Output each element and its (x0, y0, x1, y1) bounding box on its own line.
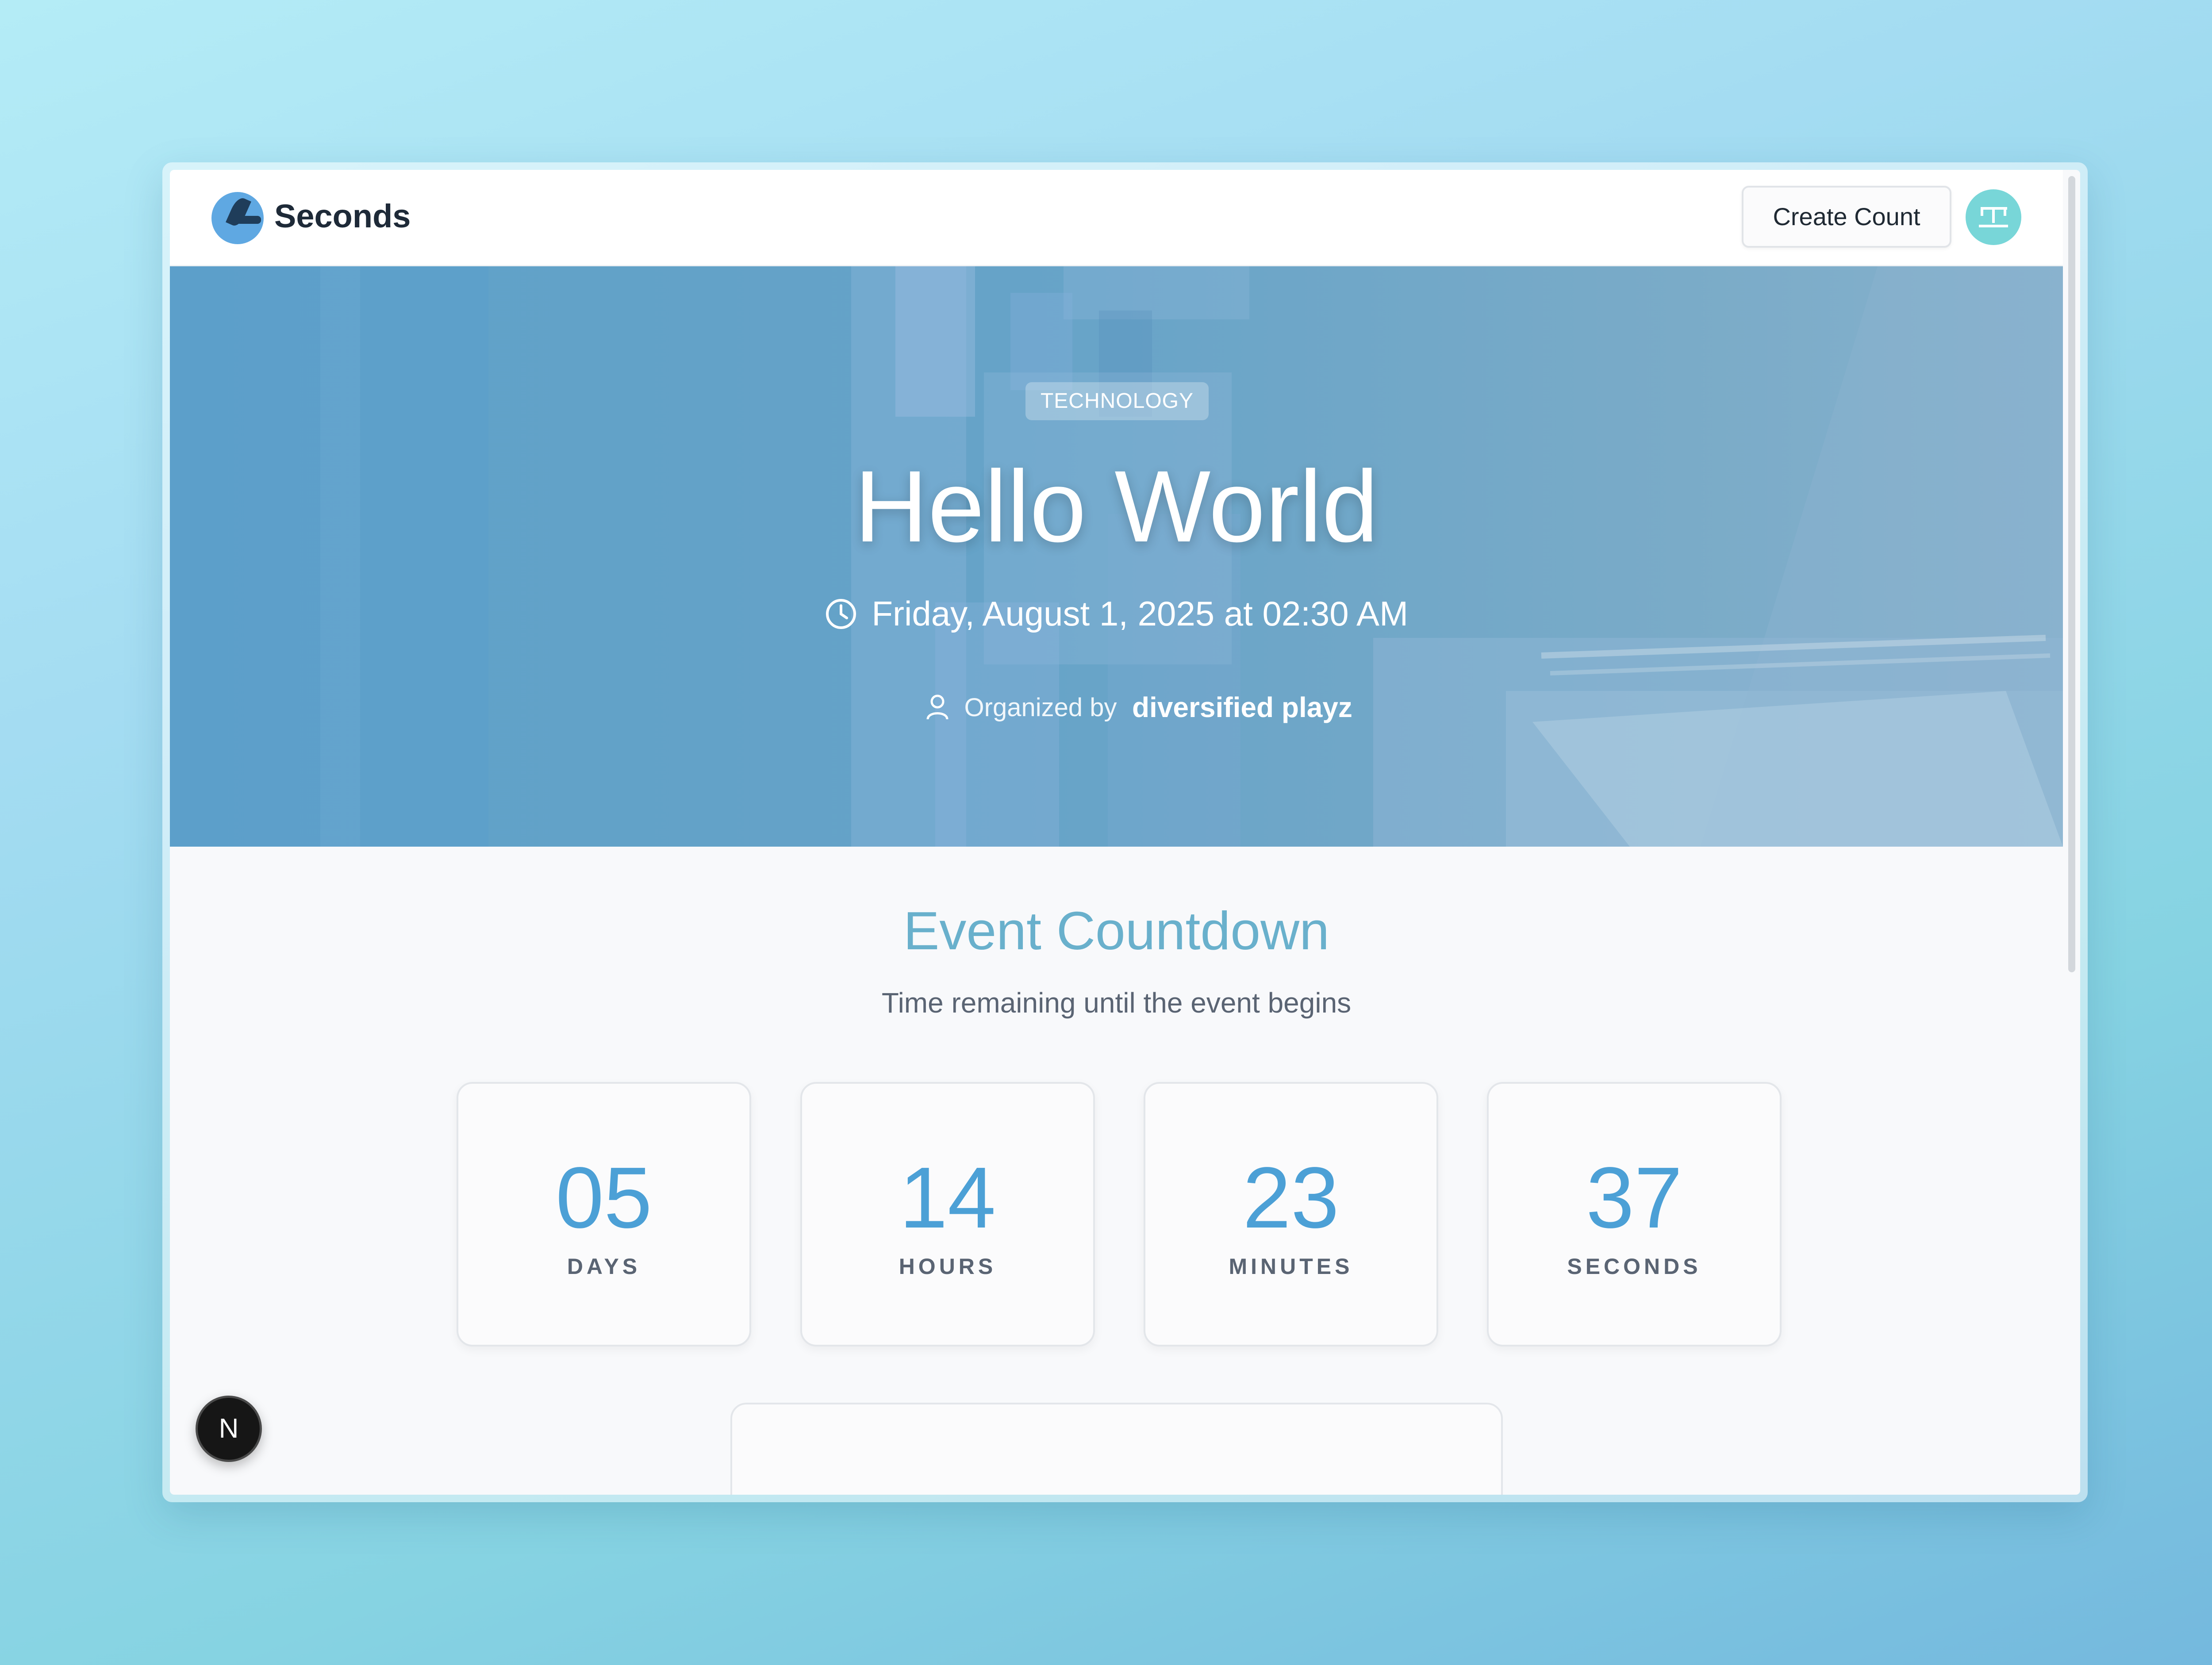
seconds-label: SECONDS (1567, 1254, 1701, 1279)
countdown-subtitle: Time remaining until the event begins (881, 987, 1352, 1019)
user-avatar[interactable] (1966, 189, 2021, 245)
hours-value: 14 (899, 1149, 996, 1246)
countdown-seconds-card: 37 SECONDS (1487, 1082, 1782, 1347)
app-window: Seconds Create Count TECHNOLOGY Hello Wo… (170, 170, 2080, 1495)
create-count-button[interactable]: Create Count (1742, 186, 1951, 248)
avatar-face-icon (1979, 207, 2008, 227)
moon-logo-icon[interactable] (211, 192, 264, 244)
brand-name[interactable]: Seconds (274, 197, 411, 235)
hours-label: HOURS (899, 1254, 997, 1279)
countdown-days-card: 05 DAYS (457, 1082, 751, 1347)
countdown-hours-card: 14 HOURS (800, 1082, 1095, 1347)
organizer-name[interactable]: diversified playz (1132, 691, 1352, 724)
vertical-scrollbar[interactable] (2063, 170, 2080, 1495)
minutes-value: 23 (1242, 1149, 1339, 1246)
countdown-minutes-card: 23 MINUTES (1144, 1082, 1438, 1347)
event-details-card (730, 1403, 1503, 1495)
organizer-row: Organized by diversified playz (895, 691, 1382, 731)
browser-frame: Seconds Create Count TECHNOLOGY Hello Wo… (162, 162, 2088, 1502)
nextjs-icon[interactable]: N (196, 1396, 262, 1462)
seconds-value: 37 (1586, 1149, 1682, 1246)
organized-by-label: Organized by (964, 693, 1117, 722)
clock-icon (826, 598, 856, 629)
days-value: 05 (555, 1149, 652, 1246)
event-title: Hello World (854, 449, 1379, 563)
category-badge: TECHNOLOGY (1025, 382, 1209, 420)
event-datetime: Friday, August 1, 2025 at 02:30 AM (811, 594, 1421, 638)
event-hero-banner: TECHNOLOGY Hello World Friday, August 1,… (170, 266, 2063, 847)
event-datetime-text: Friday, August 1, 2025 at 02:30 AM (872, 594, 1409, 633)
scrollbar-thumb[interactable] (2068, 176, 2075, 972)
top-nav: Seconds Create Count (170, 170, 2063, 266)
person-icon (926, 694, 949, 720)
days-label: DAYS (567, 1254, 641, 1279)
minutes-label: MINUTES (1229, 1254, 1353, 1279)
countdown-title: Event Countdown (903, 901, 1330, 961)
